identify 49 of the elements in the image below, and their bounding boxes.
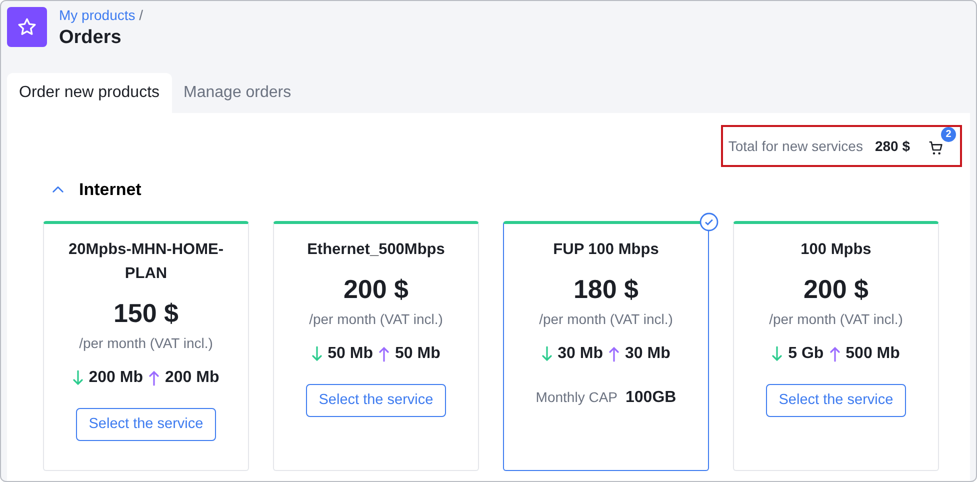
tab[interactable]: Manage orders xyxy=(172,73,304,113)
price-period: /per month (VAT incl.) xyxy=(79,334,213,353)
download-speed: 50 Mb xyxy=(328,344,373,364)
plan-card[interactable]: 100 Mpbs 200 $ /per month (VAT incl.) 5 Gb 500 Mb Select the service xyxy=(733,220,939,470)
download-speed: 200 Mb xyxy=(88,368,143,388)
upload-speed: 30 Mb xyxy=(625,344,670,364)
cap-label: Monthly CAP xyxy=(536,388,618,408)
select-service-button[interactable]: Select the service xyxy=(76,408,216,442)
plan-card[interactable]: Ethernet_500Mbps 200 $ /per month (VAT incl.) 50 Mb 50 Mb Select the service xyxy=(273,220,479,470)
upload-speed: 50 Mb xyxy=(395,344,440,364)
check-icon xyxy=(699,212,719,232)
plan-price: 150 $ xyxy=(113,298,179,329)
plan-name: 20Mpbs-MHN-HOME-PLAN xyxy=(68,240,224,284)
plan-name: 100 Mpbs xyxy=(800,240,872,260)
price-period: /per month (VAT incl.) xyxy=(309,310,443,329)
plan-card[interactable]: FUP 100 Mbps 180 $ /per month (VAT incl.) 30 Mb 30 Mb Monthly CAP 100GB xyxy=(503,220,709,470)
plan-price: 200 $ xyxy=(803,274,869,305)
section-toggle[interactable]: Internet xyxy=(51,177,142,202)
download-arrow-icon xyxy=(312,346,322,362)
price-period: /per month (VAT incl.) xyxy=(769,310,903,329)
plan-card[interactable]: 20Mpbs-MHN-HOME-PLAN 150 $ /per month (VAT incl.) 200 Mb 200 Mb Select the service xyxy=(43,220,249,470)
total-label: Total for new services xyxy=(728,136,863,156)
price-period: /per month (VAT incl.) xyxy=(539,310,673,329)
download-arrow-icon xyxy=(772,346,782,362)
cart-count-badge: 2 xyxy=(941,127,956,142)
download-speed: 5 Gb xyxy=(788,344,824,364)
download-arrow-icon xyxy=(542,346,552,362)
plan-price: 180 $ xyxy=(573,274,639,305)
breadcrumb-separator: / xyxy=(139,7,144,23)
download-arrow-icon xyxy=(72,370,83,386)
total-amount: 280 $ xyxy=(874,136,910,156)
upload-arrow-icon xyxy=(149,370,159,386)
download-speed: 30 Mb xyxy=(558,344,603,364)
breadcrumb-link[interactable]: My products xyxy=(59,7,136,23)
upload-speed: 200 Mb xyxy=(165,368,220,388)
upload-arrow-icon xyxy=(609,346,619,362)
page-title: Orders xyxy=(59,26,122,50)
plan-price: 200 $ xyxy=(343,274,409,305)
cart-icon[interactable] xyxy=(928,140,944,156)
upload-speed: 500 Mb xyxy=(846,344,900,364)
tab[interactable]: Order new products xyxy=(7,73,172,113)
plan-name: FUP 100 Mbps xyxy=(553,240,659,260)
cap-value: 100GB xyxy=(626,388,676,408)
upload-arrow-icon xyxy=(830,346,840,362)
upload-arrow-icon xyxy=(379,346,389,362)
plan-name: Ethernet_500Mbps xyxy=(307,240,445,260)
select-service-button[interactable]: Select the service xyxy=(766,384,906,418)
select-service-button[interactable]: Select the service xyxy=(306,384,446,418)
star-icon xyxy=(17,17,37,37)
